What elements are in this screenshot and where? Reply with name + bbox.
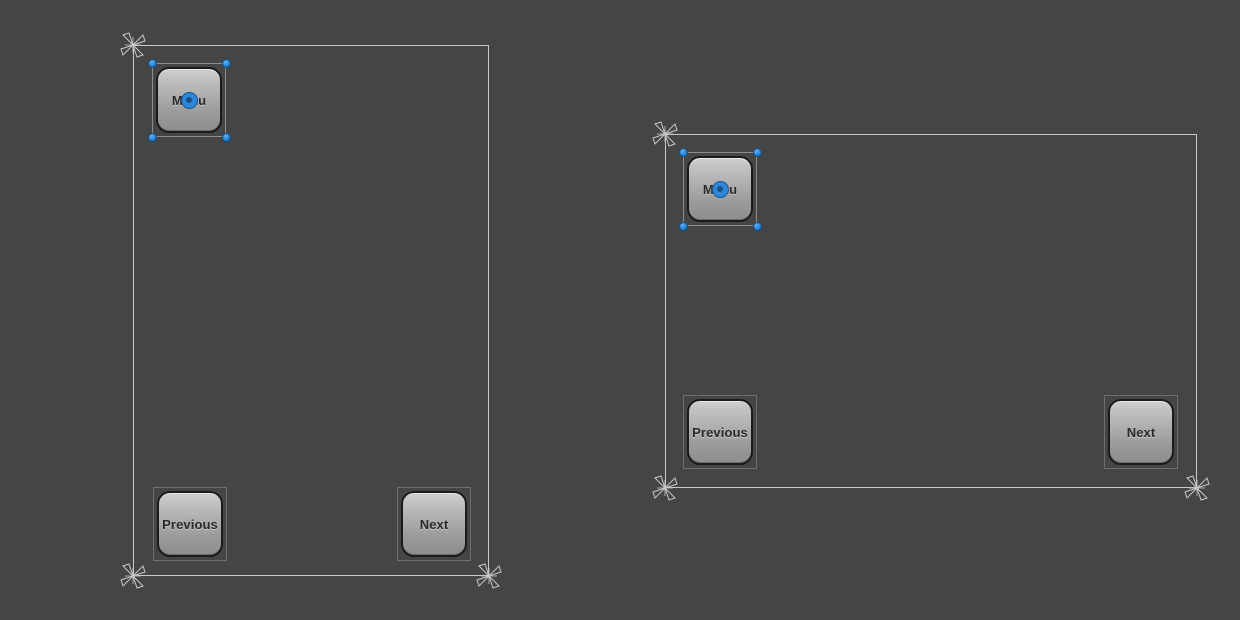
next-button[interactable]: Next [401,491,467,557]
next-button[interactable]: Next [1108,399,1174,465]
menu-button-label: Menu [702,181,738,197]
previous-button[interactable]: Previous [157,491,223,557]
menu-button-label: Menu [171,92,207,108]
editor-canvas[interactable]: Menu Previous Next Menu Previous Next [0,0,1240,620]
menu-button[interactable]: Menu [156,67,222,133]
previous-button[interactable]: Previous [687,399,753,465]
previous-button-label: Previous [162,516,218,532]
next-button-label: Next [419,516,449,532]
menu-button[interactable]: Menu [687,156,753,222]
next-button-label: Next [1126,424,1156,440]
previous-button-label: Previous [692,424,748,440]
